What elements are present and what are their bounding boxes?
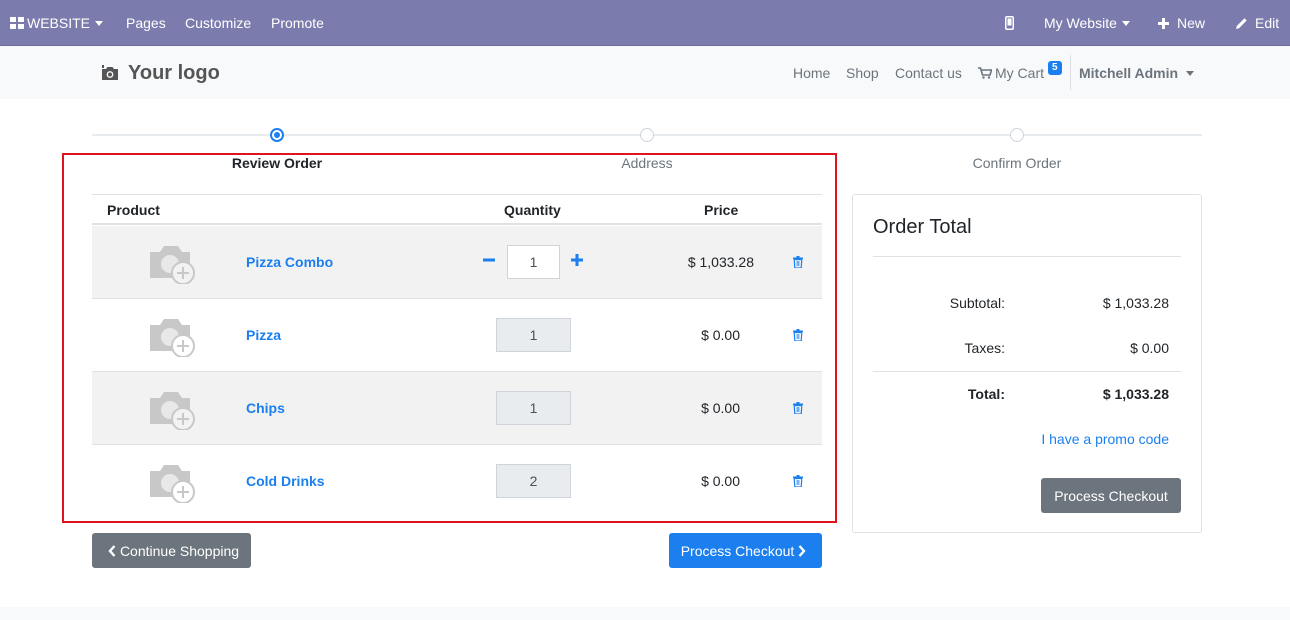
process-checkout-label: Process Checkout [680, 542, 795, 559]
edit-label: Edit [1255, 15, 1280, 31]
line-price: $ 0.00 [701, 327, 740, 343]
card-process-checkout-button[interactable]: Process Checkout [1041, 478, 1181, 513]
site-logo[interactable]: Your logo [101, 61, 220, 85]
new-button[interactable]: New [1158, 0, 1205, 46]
order-total-title: Order Total [873, 216, 972, 238]
table-row: Cold Drinks 2 $ 0.00 [92, 445, 822, 518]
continue-shopping-label: Continue Shopping [119, 542, 240, 559]
product-image-placeholder-icon [150, 246, 195, 284]
chevron-right-icon [798, 544, 806, 557]
nav-divider [1070, 55, 1071, 90]
customize-menu[interactable]: Customize [185, 0, 251, 46]
nav-shop[interactable]: Shop [846, 64, 879, 82]
line-price: $ 0.00 [701, 473, 740, 489]
product-name-link[interactable]: Cold Drinks [246, 473, 325, 489]
plus-icon[interactable] [570, 253, 584, 267]
product-name-link[interactable]: Chips [246, 400, 285, 416]
mobile-phone-icon [1005, 16, 1014, 30]
apps-grid-icon [10, 16, 24, 29]
product-image-placeholder-icon [150, 465, 195, 503]
user-name: Mitchell Admin [1079, 65, 1179, 81]
minus-icon[interactable] [482, 253, 496, 267]
cart-count-badge: 5 [1048, 61, 1062, 75]
nav-contact-us[interactable]: Contact us [895, 64, 962, 82]
step-address: Address [621, 155, 673, 171]
cart-table-header: Product Quantity Price [92, 194, 822, 225]
step-confirm-order: Confirm Order [972, 155, 1062, 171]
trash-icon[interactable] [793, 256, 803, 268]
website-menu[interactable]: WEBSITE [10, 0, 104, 46]
website-menu-label: WEBSITE [27, 15, 91, 31]
my-website-menu[interactable]: My Website [1044, 0, 1130, 46]
product-name-link[interactable]: Pizza [246, 327, 281, 343]
chevron-down-icon [95, 21, 104, 26]
line-price: $ 0.00 [701, 400, 740, 416]
pages-menu[interactable]: Pages [126, 0, 166, 46]
chevron-down-icon [1121, 21, 1130, 26]
nav-home[interactable]: Home [793, 64, 830, 82]
footer-strip [0, 607, 1290, 620]
process-checkout-button[interactable]: Process Checkout [669, 533, 822, 568]
nav-my-cart[interactable]: My Cart 5 [978, 61, 1062, 82]
product-image-placeholder-icon [150, 392, 195, 430]
quantity-readonly: 1 [496, 391, 571, 425]
subtotal-label: Subtotal: [949, 295, 1005, 311]
edit-button[interactable]: Edit [1235, 0, 1279, 46]
user-menu[interactable]: Mitchell Admin [1079, 64, 1195, 82]
trash-icon[interactable] [793, 402, 803, 414]
divider [873, 256, 1181, 257]
column-price: Price [704, 202, 739, 218]
new-label: New [1177, 15, 1206, 31]
divider [873, 371, 1181, 372]
subtotal-value: $ 1,033.28 [1102, 295, 1169, 311]
mobile-preview-button[interactable] [1005, 0, 1014, 46]
step-dot-confirm-order [1010, 128, 1024, 142]
plus-icon [1158, 17, 1169, 29]
pencil-icon [1236, 17, 1247, 29]
chevron-down-icon [1186, 71, 1195, 76]
taxes-value: $ 0.00 [1130, 340, 1169, 356]
table-row: Pizza Combo 1 $ 1,033.28 [92, 226, 822, 299]
quantity-readonly: 1 [496, 318, 571, 352]
camera-icon [102, 65, 118, 80]
my-website-label: My Website [1044, 15, 1117, 31]
continue-shopping-button[interactable]: Continue Shopping [92, 533, 251, 568]
table-row: Pizza 1 $ 0.00 [92, 299, 822, 372]
logo-text: Your logo [128, 61, 220, 84]
taxes-label: Taxes: [964, 340, 1005, 356]
product-name-link[interactable]: Pizza Combo [246, 254, 333, 270]
quantity-input[interactable]: 1 [507, 245, 560, 279]
table-row: Chips 1 $ 0.00 [92, 372, 822, 445]
column-quantity: Quantity [504, 202, 561, 218]
chevron-left-icon [108, 544, 116, 557]
product-image-placeholder-icon [150, 319, 195, 357]
column-product: Product [107, 202, 160, 218]
step-dot-review-order [270, 128, 284, 142]
trash-icon[interactable] [793, 329, 803, 341]
shopping-cart-icon [978, 67, 992, 79]
quantity-readonly: 2 [496, 464, 571, 498]
trash-icon[interactable] [793, 475, 803, 487]
total-label: Total: [967, 386, 1005, 402]
line-price: $ 1,033.28 [687, 254, 754, 270]
step-dot-address [640, 128, 654, 142]
promo-code-link[interactable]: I have a promo code [1000, 431, 1169, 447]
cart-label: My Cart [995, 65, 1044, 81]
step-review-order: Review Order [231, 155, 323, 171]
promote-menu[interactable]: Promote [271, 0, 324, 46]
total-value: $ 1,033.28 [1102, 386, 1169, 402]
